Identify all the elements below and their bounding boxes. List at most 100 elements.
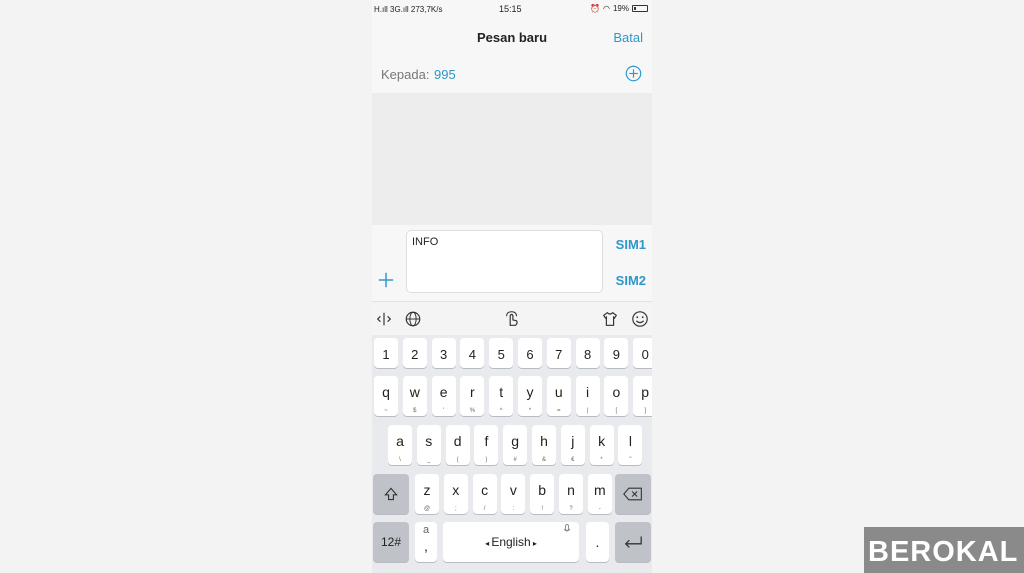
message-thread-area bbox=[372, 93, 652, 225]
shift-key[interactable] bbox=[373, 474, 409, 514]
key-p-label: p bbox=[641, 384, 650, 400]
key-v-alt-label: : bbox=[512, 506, 515, 512]
key-7[interactable]: 7 bbox=[546, 338, 571, 368]
key-i-alt-label: | bbox=[586, 408, 589, 414]
key-h-label: h bbox=[540, 433, 548, 449]
key-7-label: 7 bbox=[555, 347, 563, 362]
key-j-label: j bbox=[571, 433, 575, 449]
key-n-alt-label: ? bbox=[569, 506, 573, 512]
key-z-alt-label: @ bbox=[423, 506, 431, 512]
key-k[interactable]: k * bbox=[589, 425, 614, 465]
space-key[interactable]: ◂ English ▸ bbox=[443, 522, 579, 562]
key-a-alt-label: \ bbox=[399, 457, 401, 463]
key-q-alt-label: ~ bbox=[384, 408, 388, 414]
key-g[interactable]: g # bbox=[503, 425, 528, 465]
key-b[interactable]: b! bbox=[530, 474, 555, 514]
battery-icon bbox=[632, 5, 648, 12]
key-u-alt-label: = bbox=[557, 408, 561, 414]
key-l-label: l bbox=[628, 433, 632, 449]
key-z[interactable]: z @ bbox=[415, 474, 439, 514]
key-g-alt-label: # bbox=[513, 457, 517, 463]
recipient-label: Kepada: bbox=[381, 67, 430, 82]
key-v[interactable]: v: bbox=[501, 474, 526, 514]
key-t-alt-label: ^ bbox=[499, 408, 503, 414]
cursor-move-icon[interactable] bbox=[375, 310, 393, 328]
comma-key-label: , bbox=[424, 538, 428, 554]
key-u[interactable]: u = bbox=[546, 376, 571, 416]
backspace-icon bbox=[623, 487, 642, 501]
cancel-button[interactable]: Batal bbox=[613, 30, 643, 45]
key-4[interactable]: 4 bbox=[460, 338, 485, 368]
theme-shirt-icon[interactable] bbox=[601, 310, 619, 328]
watermark-text: BEROKAL bbox=[868, 536, 1019, 568]
key-i[interactable]: i | bbox=[575, 376, 600, 416]
key-w-label: w bbox=[409, 384, 420, 400]
key-6[interactable]: 6 bbox=[518, 338, 542, 368]
key-t[interactable]: t ^ bbox=[489, 376, 514, 416]
key-f-alt-label: ) bbox=[485, 457, 488, 463]
backspace-key[interactable] bbox=[615, 474, 651, 514]
key-y[interactable]: y * bbox=[518, 376, 542, 416]
key-w-alt-label: $ bbox=[413, 408, 417, 414]
key-d-alt-label: ( bbox=[456, 457, 459, 463]
key-l[interactable]: l " bbox=[618, 425, 643, 465]
key-c[interactable]: c / bbox=[472, 474, 497, 514]
key-9[interactable]: 9 bbox=[604, 338, 629, 368]
plus-icon[interactable] bbox=[377, 271, 395, 289]
key-l-alt-label: " bbox=[629, 457, 632, 463]
key-r[interactable]: r% bbox=[460, 376, 485, 416]
period-key[interactable]: . bbox=[586, 522, 609, 562]
key-o[interactable]: o[ bbox=[604, 376, 629, 416]
key-j[interactable]: j € bbox=[560, 425, 585, 465]
key-2[interactable]: 2 bbox=[402, 338, 427, 368]
key-n[interactable]: n? bbox=[559, 474, 583, 514]
status-right: ⏰ ◠ 19% bbox=[590, 4, 648, 13]
key-y-alt-label: * bbox=[528, 408, 532, 414]
soft-keyboard: 12# a , ◂ English ▸ . 1234567 8 9 0 q ~ … bbox=[372, 335, 652, 573]
key-k-alt-label: * bbox=[600, 457, 603, 463]
key-0[interactable]: 0 bbox=[633, 338, 652, 368]
app-header: Pesan baru Batal bbox=[372, 20, 652, 56]
key-3-label: 3 bbox=[439, 347, 448, 362]
key-g-label: g bbox=[511, 433, 520, 449]
key-u-label: u bbox=[554, 384, 563, 400]
key-s[interactable]: s _ bbox=[416, 425, 441, 465]
key-x[interactable]: x; bbox=[443, 474, 468, 514]
message-input[interactable]: INFO bbox=[406, 230, 603, 293]
compose-bar: INFO SIM1 SIM2 bbox=[372, 225, 652, 300]
key-q[interactable]: q ~ bbox=[374, 376, 398, 416]
key-w[interactable]: w $ bbox=[402, 376, 427, 416]
globe-icon[interactable] bbox=[404, 310, 422, 328]
key-t-label: t bbox=[499, 384, 504, 400]
recipient-value[interactable]: 995 bbox=[434, 67, 456, 82]
comma-key-top: a bbox=[422, 524, 430, 536]
send-sim1-button[interactable]: SIM1 bbox=[616, 237, 646, 252]
symbols-key[interactable]: 12# bbox=[373, 522, 409, 562]
key-1[interactable]: 1 bbox=[374, 338, 398, 368]
key-p[interactable]: p] bbox=[633, 376, 652, 416]
emoji-icon[interactable] bbox=[631, 310, 649, 328]
phone-screen: H.ıll 3G.ıll 273,7K/s 15:15 ⏰ ◠ 19% Pesa… bbox=[372, 0, 652, 573]
enter-key[interactable] bbox=[615, 522, 651, 562]
key-d[interactable]: d( bbox=[445, 425, 470, 465]
swipe-gesture-icon[interactable] bbox=[503, 310, 521, 328]
key-h[interactable]: h & bbox=[532, 425, 556, 465]
key-a[interactable]: a \ bbox=[388, 425, 412, 465]
key-x-label: x bbox=[452, 482, 460, 498]
key-5[interactable]: 5 bbox=[489, 338, 514, 368]
key-k-label: k bbox=[598, 433, 606, 449]
key-f[interactable]: f) bbox=[474, 425, 499, 465]
key-m[interactable]: m- bbox=[587, 474, 612, 514]
key-i-label: i bbox=[586, 384, 590, 400]
plus-circle-icon[interactable] bbox=[625, 65, 642, 82]
key-8[interactable]: 8 bbox=[575, 338, 600, 368]
recipient-field[interactable]: Kepada: 995 bbox=[372, 56, 652, 92]
key-5-label: 5 bbox=[497, 347, 505, 362]
comma-key[interactable]: a , bbox=[415, 522, 437, 562]
key-b-label: b bbox=[538, 482, 547, 498]
key-3[interactable]: 3 bbox=[431, 338, 456, 368]
key-e[interactable]: e ' bbox=[431, 376, 456, 416]
send-sim2-button[interactable]: SIM2 bbox=[616, 273, 646, 288]
battery-percent: 19% bbox=[612, 4, 629, 13]
enter-icon bbox=[624, 536, 642, 548]
